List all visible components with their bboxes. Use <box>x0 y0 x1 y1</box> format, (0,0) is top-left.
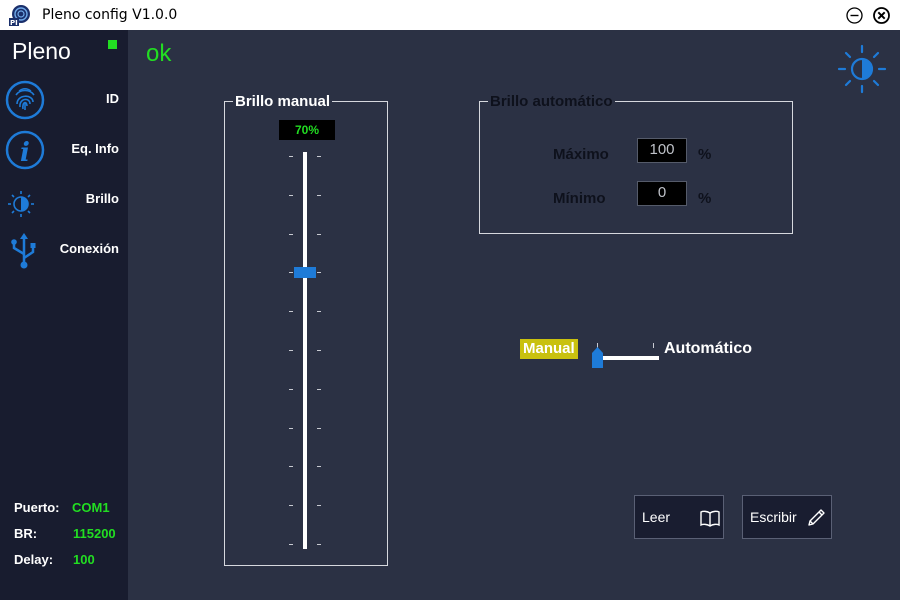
slider-tick <box>317 466 321 468</box>
mode-auto-label[interactable]: Automático <box>664 340 752 358</box>
slider-tick <box>317 233 321 235</box>
book-icon <box>700 510 720 527</box>
usb-icon <box>11 233 36 269</box>
status-led <box>108 40 117 49</box>
read-button-label: Leer <box>642 509 671 525</box>
svg-text:PI: PI <box>10 19 18 26</box>
auto-brightness-title: Brillo automático <box>488 93 615 110</box>
slider-tick <box>289 388 293 390</box>
brand-title: Pleno <box>12 38 71 64</box>
window-title: Pleno config V1.0.0 <box>42 7 178 23</box>
slider-tick <box>317 388 321 390</box>
slider-tick <box>289 505 293 507</box>
slider-tick <box>289 233 293 235</box>
min-unit: % <box>698 190 712 207</box>
status-text: ok <box>146 40 172 67</box>
delay-value: 100 <box>73 552 95 567</box>
min-brightness-input[interactable]: 0 <box>637 181 687 206</box>
slider-tick <box>317 156 321 157</box>
mode-manual-label[interactable]: Manual <box>520 339 578 359</box>
brightness-slider-track[interactable] <box>303 152 307 549</box>
sidebar-item-id[interactable]: ID <box>0 76 128 124</box>
slider-tick <box>289 272 293 274</box>
slider-tick <box>289 311 293 313</box>
slider-tick <box>289 466 293 468</box>
slider-tick <box>289 350 293 351</box>
slider-tick <box>289 544 293 545</box>
sidebar-item-label: Brillo <box>85 191 119 206</box>
max-unit: % <box>698 146 712 163</box>
title-bar: PI Pleno config V1.0.0 <box>0 0 900 30</box>
slider-tick <box>317 194 321 196</box>
slider-tick <box>289 194 293 196</box>
svg-text:i: i <box>20 138 30 168</box>
slider-tick <box>317 505 321 507</box>
max-brightness-input[interactable]: 100 <box>637 138 687 163</box>
slider-tick <box>289 427 293 429</box>
sidebar-item-conexion[interactable]: Conexión <box>0 226 128 274</box>
brightness-slider-thumb[interactable] <box>294 267 316 279</box>
mode-toggle-tick <box>653 343 654 348</box>
sidebar-item-label: ID <box>106 91 119 106</box>
slider-tick <box>317 311 321 313</box>
slider-tick <box>317 544 321 545</box>
delay-label: Delay: <box>14 552 54 567</box>
port-value: COM1 <box>72 500 110 515</box>
sidebar-item-label: Conexión <box>59 241 119 256</box>
close-icon[interactable] <box>873 7 890 24</box>
sidebar-item-eq-info[interactable]: i Eq. Info <box>0 126 128 174</box>
slider-tick <box>317 350 321 351</box>
baud-rate-value: 115200 <box>73 526 116 541</box>
sidebar: Pleno ID i Eq. Info Brillo Conexión Puer… <box>0 30 128 600</box>
min-label: Mínimo <box>553 190 606 207</box>
info-icon: i <box>5 130 45 170</box>
sidebar-item-brillo[interactable]: Brillo <box>0 176 128 224</box>
write-button[interactable]: Escribir <box>742 495 832 539</box>
mode-toggle-thumb[interactable] <box>592 347 603 368</box>
read-button[interactable]: Leer <box>634 495 724 539</box>
baud-rate-label: BR: <box>14 526 38 541</box>
fingerprint-icon <box>5 80 45 120</box>
auto-brightness-group: Brillo automático Máximo 100 % Mínimo 0 … <box>479 93 793 234</box>
manual-brightness-group: Brillo manual 70% <box>224 93 388 566</box>
manual-brightness-title: Brillo manual <box>233 93 333 110</box>
max-label: Máximo <box>553 146 609 163</box>
port-label: Puerto: <box>14 500 60 515</box>
minimize-icon[interactable] <box>846 7 863 24</box>
slider-tick <box>317 427 321 429</box>
slider-tick <box>317 272 321 274</box>
app-logo-icon: PI <box>9 5 30 26</box>
pencil-icon <box>808 509 825 526</box>
mode-toggle-track[interactable] <box>597 356 659 360</box>
brightness-icon <box>8 191 34 217</box>
brightness-percent-readout: 70% <box>279 120 335 140</box>
sidebar-item-label: Eq. Info <box>71 141 119 156</box>
brightness-mode-icon[interactable] <box>836 43 888 95</box>
slider-tick <box>289 156 293 157</box>
write-button-label: Escribir <box>750 509 797 525</box>
